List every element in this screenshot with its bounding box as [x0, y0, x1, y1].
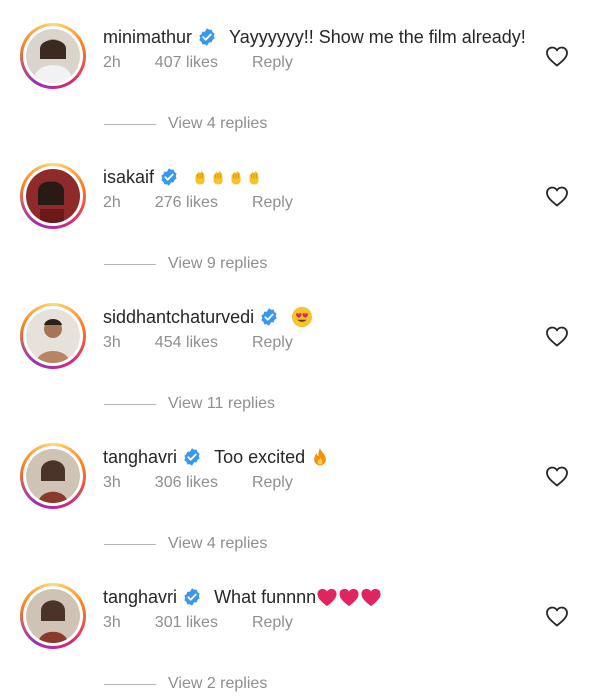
view-replies-button[interactable]: View 4 replies [104, 535, 267, 553]
fire-emoji [314, 447, 326, 466]
divider-line [104, 263, 156, 265]
comment-time: 3h [103, 614, 121, 631]
comment-text: What funnnn [214, 587, 382, 608]
avatar[interactable] [20, 303, 86, 369]
view-replies-button[interactable]: View 2 replies [104, 675, 267, 693]
reply-button[interactable]: Reply [252, 334, 293, 352]
heart-outline-icon[interactable] [545, 45, 569, 67]
comment-username[interactable]: tanghavri [103, 587, 177, 608]
divider-line [104, 683, 156, 685]
verified-badge-icon [259, 307, 279, 327]
divider-line [104, 123, 156, 125]
comment-time: 2h [103, 54, 121, 71]
verified-badge-icon [159, 167, 179, 187]
comment-username[interactable]: tanghavri [103, 447, 177, 468]
comment-username[interactable]: isakaif [103, 167, 154, 188]
comment-text [291, 306, 313, 328]
comment-item: siddhantchaturvedi 3h 454 likes Reply Vi… [0, 280, 600, 420]
avatar[interactable] [20, 163, 86, 229]
comment-username[interactable]: siddhantchaturvedi [103, 307, 254, 328]
comment-time: 3h [103, 474, 121, 491]
comment-likes[interactable]: 407 likes [155, 54, 218, 72]
comment-text [191, 168, 263, 186]
view-replies-label: View 4 replies [168, 115, 268, 132]
view-replies-label: View 11 replies [168, 395, 276, 412]
verified-badge-icon [182, 447, 202, 467]
comment-likes[interactable]: 454 likes [155, 334, 218, 352]
clapping-hands-emoji [191, 168, 209, 186]
comment-likes[interactable]: 301 likes [155, 614, 218, 632]
view-replies-label: View 4 replies [168, 535, 268, 552]
red-heart-emoji [338, 587, 360, 607]
comment-item: tanghavri What funnnn 3h 301 likes Reply… [0, 560, 600, 700]
reply-button[interactable]: Reply [252, 614, 293, 632]
comment-item: minimathur Yayyyyyy!! Show me the film a… [0, 0, 600, 140]
reply-button[interactable]: Reply [252, 54, 293, 72]
view-replies-button[interactable]: View 4 replies [104, 115, 267, 133]
red-heart-emoji [360, 587, 382, 607]
comment-time: 3h [103, 334, 121, 351]
heart-outline-icon[interactable] [545, 185, 569, 207]
verified-badge-icon [182, 587, 202, 607]
reply-button[interactable]: Reply [252, 194, 293, 212]
clapping-hands-emoji [227, 168, 245, 186]
comment-text: Yayyyyyy!! Show me the film already! [229, 26, 526, 47]
reply-button[interactable]: Reply [252, 474, 293, 492]
heart-outline-icon[interactable] [545, 465, 569, 487]
avatar[interactable] [20, 443, 86, 509]
comment-likes[interactable]: 276 likes [155, 194, 218, 212]
comment-username[interactable]: minimathur [103, 27, 192, 48]
comment-item: tanghavri Too excited 3h 306 likes Reply… [0, 420, 600, 560]
view-replies-button[interactable]: View 9 replies [104, 255, 267, 273]
comment-time: 2h [103, 194, 121, 211]
heart-outline-icon[interactable] [545, 605, 569, 627]
verified-badge-icon [197, 27, 217, 47]
comment-likes[interactable]: 306 likes [155, 474, 218, 492]
divider-line [104, 543, 156, 545]
view-replies-label: View 9 replies [168, 255, 268, 272]
avatar[interactable] [20, 23, 86, 89]
view-replies-label: View 2 replies [168, 675, 268, 692]
heart-outline-icon[interactable] [545, 325, 569, 347]
comment-item: isakaif 2h 276 likes Reply View 9 replie… [0, 140, 600, 280]
comment-text: Too excited [214, 447, 330, 468]
clapping-hands-emoji [245, 168, 263, 186]
clapping-hands-emoji [209, 168, 227, 186]
view-replies-button[interactable]: View 11 replies [104, 395, 275, 413]
heart-eyes-emoji [292, 306, 313, 328]
red-heart-emoji [316, 587, 338, 607]
avatar[interactable] [20, 583, 86, 649]
divider-line [104, 403, 156, 405]
